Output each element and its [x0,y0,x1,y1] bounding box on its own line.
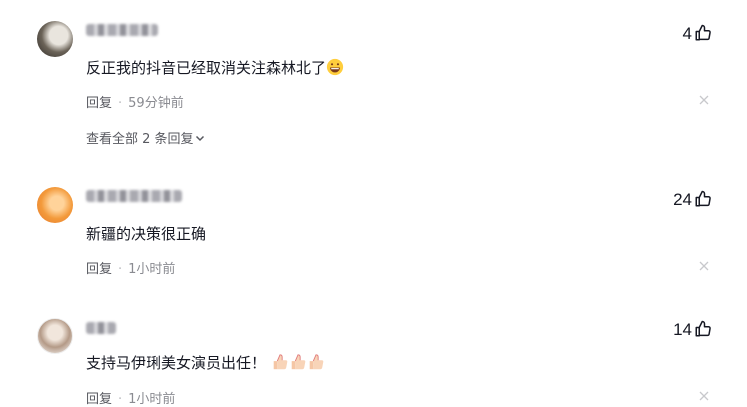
thumbs-up-emoji-icon [291,354,306,370]
comment-text-content: 支持马伊琍美女演员出任！ [86,354,267,372]
comment-meta: 回复 · 1小时前 [86,388,175,407]
close-icon[interactable] [699,391,709,401]
thumbs-up-emoji-icon [273,354,288,370]
thumbs-up-icon[interactable] [694,320,712,338]
like-count: 14 [673,320,692,339]
comment-text: 支持马伊琍美女演员出任！ [86,352,325,373]
comment-item-3: 14 支持马伊琍美女演员出任！ 回复 · 1小时前 [0,0,747,407]
separator-dot: · [118,392,123,407]
username-redacted[interactable] [86,322,116,334]
reply-button[interactable]: 回复 [86,392,112,407]
timestamp: 1小时前 [128,392,176,407]
thumbs-up-emoji-icon [309,354,324,370]
avatar[interactable] [37,318,73,354]
